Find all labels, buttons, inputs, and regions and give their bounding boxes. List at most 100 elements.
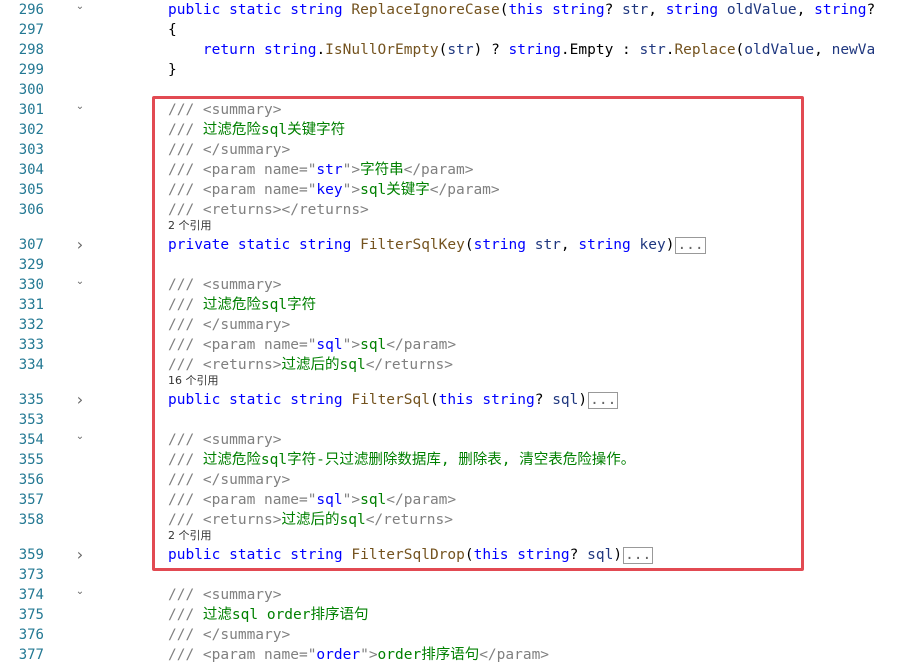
code-line: 298 return string.IsNullOrEmpty(str) ? s… — [0, 40, 898, 60]
code-token: /// — [168, 607, 203, 623]
code-text[interactable]: /// <param name="order">order排序语句</param… — [168, 645, 549, 665]
line-number: 374 — [18, 587, 44, 603]
code-token: str — [447, 42, 474, 58]
code-text[interactable]: public static string ReplaceIgnoreCase(t… — [168, 0, 875, 20]
code-token: ? — [866, 2, 876, 18]
code-token: { — [168, 22, 177, 38]
code-token: string — [508, 42, 561, 58]
code-token: </summary> — [202, 627, 291, 643]
line-number: 329 — [18, 257, 44, 273]
code-token: static — [229, 2, 282, 18]
highlight-box — [152, 96, 804, 571]
chevron-down-icon[interactable]: ⌄ — [74, 276, 86, 288]
code-line: 375 /// 过滤sql order排序语句 — [0, 605, 898, 625]
code-text[interactable]: /// </summary> — [168, 625, 290, 645]
chevron-right-icon[interactable]: › — [74, 547, 86, 563]
code-token: <param name= — [202, 647, 308, 663]
code-line: 299} — [0, 60, 898, 80]
line-number: 330 — [18, 277, 44, 293]
line-number: 356 — [18, 472, 44, 488]
code-text[interactable]: { — [168, 20, 177, 40]
line-number: 373 — [18, 567, 44, 583]
chevron-down-icon[interactable]: ⌄ — [74, 1, 86, 13]
code-token: <summary> — [202, 587, 282, 603]
line-number: 353 — [18, 412, 44, 428]
line-number: 358 — [18, 512, 44, 528]
code-token: string — [552, 2, 605, 18]
code-token: string — [665, 2, 719, 18]
code-text[interactable]: /// 过滤sql order排序语句 — [168, 605, 369, 625]
line-number: 333 — [18, 337, 44, 353]
code-token: string — [264, 42, 317, 58]
code-token: this — [508, 2, 544, 18]
code-token: oldValue — [726, 2, 797, 18]
code-line: 374 ⌄ /// <summary> — [0, 585, 898, 605]
line-number: 334 — [18, 357, 44, 373]
code-token: str — [639, 42, 666, 58]
chevron-down-icon[interactable]: ⌄ — [74, 586, 86, 598]
code-token: " — [360, 647, 369, 663]
code-token: newVa — [831, 42, 876, 58]
line-number: 299 — [18, 62, 44, 78]
code-token: > — [368, 647, 378, 663]
code-token: /// — [168, 627, 203, 643]
code-token: , — [648, 2, 666, 18]
code-text[interactable]: /// <summary> — [168, 585, 282, 605]
code-token: ( — [735, 42, 745, 58]
line-number: 332 — [18, 317, 44, 333]
line-number: 357 — [18, 492, 44, 508]
line-number: 304 — [18, 162, 44, 178]
code-text[interactable]: return string.IsNullOrEmpty(str) ? strin… — [168, 40, 875, 60]
line-number: 301 — [18, 102, 44, 118]
line-number: 355 — [18, 452, 44, 468]
code-token: IsNullOrEmpty — [325, 42, 439, 58]
line-number: 306 — [18, 202, 44, 218]
line-number: 375 — [18, 607, 44, 623]
code-text[interactable]: } — [168, 60, 177, 80]
code-token: order排序语句 — [377, 647, 480, 663]
line-number: 305 — [18, 182, 44, 198]
line-number: 359 — [18, 547, 44, 563]
code-token: str — [622, 2, 649, 18]
chevron-down-icon[interactable]: ⌄ — [74, 431, 86, 443]
code-line: 376 /// </summary> — [0, 625, 898, 645]
code-token: string — [290, 2, 343, 18]
code-token: ReplaceIgnoreCase — [351, 2, 500, 18]
line-number: 307 — [18, 237, 44, 253]
code-token: , — [814, 42, 832, 58]
code-token: ) ? — [473, 42, 509, 58]
code-token: . — [316, 42, 326, 58]
code-line: 296 ⌄ public static string ReplaceIgnoreCa… — [0, 0, 898, 20]
code-token: oldValue — [744, 42, 815, 58]
line-number: 300 — [18, 82, 44, 98]
line-number: 298 — [18, 42, 44, 58]
line-number: 331 — [18, 297, 44, 313]
chevron-right-icon[interactable]: › — [74, 237, 86, 253]
line-number: 297 — [18, 22, 44, 38]
code-editor[interactable]: 296 ⌄ public static string ReplaceIgnoreCa… — [0, 0, 898, 668]
line-number: 296 — [18, 2, 44, 18]
line-number: 335 — [18, 392, 44, 408]
line-number: 303 — [18, 142, 44, 158]
code-token: public — [168, 2, 221, 18]
line-number: 302 — [18, 122, 44, 138]
code-token: /// — [168, 587, 203, 603]
code-token: , — [796, 2, 815, 18]
code-token: /// — [168, 647, 203, 663]
code-token: </param> — [479, 647, 550, 663]
line-number: 354 — [18, 432, 44, 448]
code-token: Replace — [674, 42, 736, 58]
code-token: ( — [499, 2, 509, 18]
code-token: ? — [604, 2, 623, 18]
code-token: return — [202, 42, 256, 58]
line-number: 376 — [18, 627, 44, 643]
chevron-down-icon[interactable]: ⌄ — [74, 101, 86, 113]
code-token: string — [814, 2, 867, 18]
code-token: order — [316, 647, 361, 663]
chevron-right-icon[interactable]: › — [74, 392, 86, 408]
